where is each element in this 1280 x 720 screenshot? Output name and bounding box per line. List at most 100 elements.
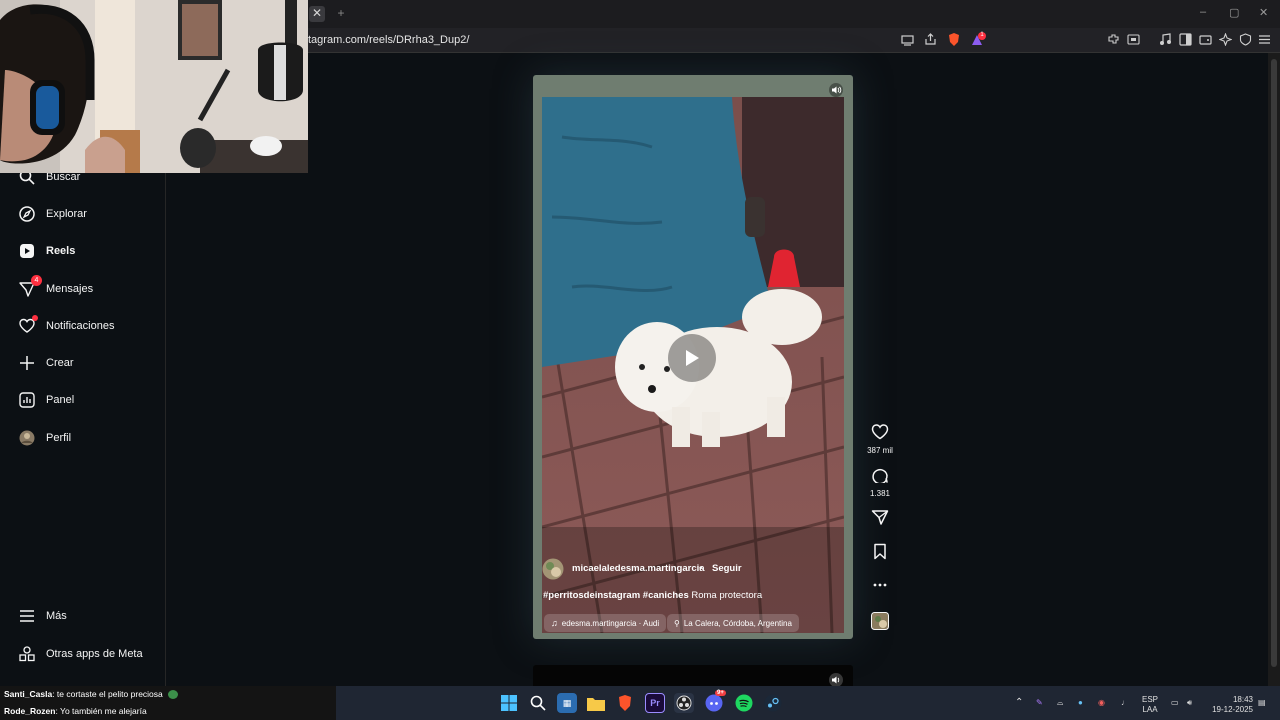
caption-text: Roma protectora	[688, 590, 763, 601]
sidebar-item-crear[interactable]: Crear	[18, 351, 74, 375]
taskbar-brave[interactable]	[615, 693, 635, 713]
tray-pen-icon[interactable]: ✎	[1036, 698, 1043, 708]
chat-username: Rode_Rozen	[4, 706, 56, 716]
audio-chip[interactable]: ♫ edesma.martingarcia · Audi	[544, 614, 667, 632]
meta-apps-icon	[18, 645, 36, 663]
play-icon[interactable]	[683, 349, 701, 367]
discord-icon	[705, 694, 723, 712]
start-button[interactable]	[499, 693, 519, 713]
taskbar-search[interactable]	[528, 693, 548, 713]
share-action[interactable]	[866, 509, 894, 531]
sidebar-item-explorar[interactable]: Explorar	[18, 202, 87, 226]
caption-hashtags[interactable]: #perritosdeinstagram #caniches	[543, 590, 689, 601]
comment-icon[interactable]	[871, 466, 889, 485]
like-heart-icon[interactable]	[871, 423, 889, 440]
audio-thumbnail-icon[interactable]	[871, 612, 889, 630]
sidebar-item-notificaciones[interactable]: Notificaciones	[18, 314, 114, 338]
menu-icon[interactable]	[1258, 33, 1271, 46]
rewards-badge: 1	[980, 32, 984, 38]
sidebar-item-panel[interactable]: Panel	[18, 388, 74, 412]
clock[interactable]: 18:43 19-12-2025	[1207, 695, 1253, 715]
lang-label: ESP	[1142, 695, 1159, 704]
next-reel-mute-icon[interactable]	[829, 673, 843, 687]
more-icon[interactable]	[871, 578, 889, 592]
scrollbar-thumb[interactable]	[1271, 59, 1277, 667]
share-icon[interactable]	[924, 33, 937, 46]
sidebar-item-perfil[interactable]: Perfil	[18, 426, 71, 450]
layout-label: LAA	[1142, 705, 1158, 714]
search-icon	[530, 695, 546, 711]
tray-network-icon[interactable]: ▭	[1171, 698, 1179, 708]
sidebar-item-otras-apps[interactable]: Otras apps de Meta	[18, 642, 143, 666]
mute-icon[interactable]	[829, 83, 843, 97]
screenshot-icon[interactable]	[1127, 33, 1140, 46]
keyboard-language[interactable]: ESP LAA	[1142, 695, 1158, 715]
avatar-icon	[18, 429, 36, 447]
taskbar-file-explorer[interactable]	[586, 693, 606, 713]
sidebar-item-label: Mensajes	[46, 283, 94, 295]
tray-steam-icon[interactable]: ●	[1078, 698, 1083, 708]
notification-center-icon[interactable]: ▤	[1258, 698, 1266, 708]
tray-mic-icon[interactable]: ♩	[1121, 698, 1129, 708]
tray-volume-icon[interactable]: 🔊︎	[1187, 698, 1192, 708]
sidebar-item-label: Perfil	[46, 432, 72, 444]
brave-icon	[619, 695, 631, 711]
save-action[interactable]	[866, 543, 894, 565]
like-action[interactable]: 387 mil	[866, 423, 894, 455]
sidebar-item-label: Notificaciones	[46, 320, 115, 332]
globe-emoji-icon	[168, 690, 179, 700]
wallet-icon[interactable]	[1199, 33, 1212, 46]
scrollbar[interactable]	[1268, 53, 1280, 686]
stream-chat-overlay: Santi_Casla: te cortaste el pelito preci…	[0, 686, 336, 720]
bookmark-icon[interactable]	[871, 543, 889, 560]
brave-shields-icon[interactable]	[947, 32, 961, 47]
sidebar-toggle-icon[interactable]	[1179, 33, 1192, 46]
spotify-icon	[735, 694, 753, 712]
cast-icon[interactable]	[901, 34, 914, 46]
taskbar-obs[interactable]	[674, 693, 694, 713]
location-chip[interactable]: ⚲ La Calera, Córdoba, Argentina	[667, 614, 799, 632]
taskbar-widgets[interactable]: ▦	[557, 693, 577, 713]
author-avatar[interactable]	[542, 558, 564, 580]
new-tab-button[interactable]: +	[333, 6, 349, 22]
sidebar-item-mensajes[interactable]: 4 Mensajes	[18, 275, 94, 301]
discord-badge: 9+	[715, 690, 726, 696]
webcam-image	[0, 0, 308, 173]
menu-icon	[18, 607, 36, 625]
minimize-button[interactable]: –	[1200, 6, 1206, 18]
windows-icon	[501, 695, 517, 711]
location-pin-icon: ⚲	[674, 618, 680, 628]
tab-close-button[interactable]: ✕	[309, 6, 325, 22]
leo-ai-icon[interactable]	[1219, 33, 1232, 46]
author-username[interactable]: micaelaledesma.martingarcia	[572, 563, 705, 574]
chat-username: Santi_Casla	[4, 689, 53, 699]
taskbar-discord[interactable]: 9+	[704, 690, 726, 713]
chat-message: Santi_Casla: te cortaste el pelito preci…	[4, 689, 179, 700]
follow-button[interactable]: Seguir	[712, 563, 742, 574]
folder-icon	[587, 697, 605, 711]
close-window-button[interactable]: ✕	[1259, 6, 1268, 19]
next-reel-card[interactable]	[533, 665, 853, 687]
comment-count: 1.381	[869, 489, 891, 498]
comment-action[interactable]: 1.381	[866, 466, 894, 498]
send-icon[interactable]	[871, 509, 889, 526]
like-count: 387 mil	[867, 446, 893, 455]
address-bar[interactable]: tagram.com/reels/DRrha3_Dup2/	[308, 34, 469, 46]
tray-app-icon[interactable]: ◉	[1098, 698, 1105, 708]
more-options-action[interactable]	[866, 578, 894, 597]
taskbar-steam[interactable]	[763, 693, 783, 713]
vpn-icon[interactable]	[1239, 33, 1252, 46]
sidebar-item-mas[interactable]: Más	[18, 604, 67, 628]
extensions-icon[interactable]	[1107, 33, 1120, 46]
media-icon[interactable]	[1159, 33, 1172, 46]
taskbar-spotify[interactable]	[734, 693, 754, 713]
taskbar-premiere[interactable]: Pr	[645, 693, 665, 713]
tray-overflow-icon[interactable]: ⌃	[1015, 698, 1023, 708]
maximize-button[interactable]: ▢	[1229, 6, 1239, 19]
reel-video[interactable]	[542, 97, 844, 633]
sidebar-item-reels[interactable]: Reels	[18, 239, 75, 263]
chart-icon	[18, 391, 36, 409]
tray-headset-icon[interactable]: ⌓	[1057, 698, 1063, 708]
sidebar-item-label: Otras apps de Meta	[46, 648, 143, 660]
audio-thumbnail-action[interactable]	[866, 612, 894, 635]
